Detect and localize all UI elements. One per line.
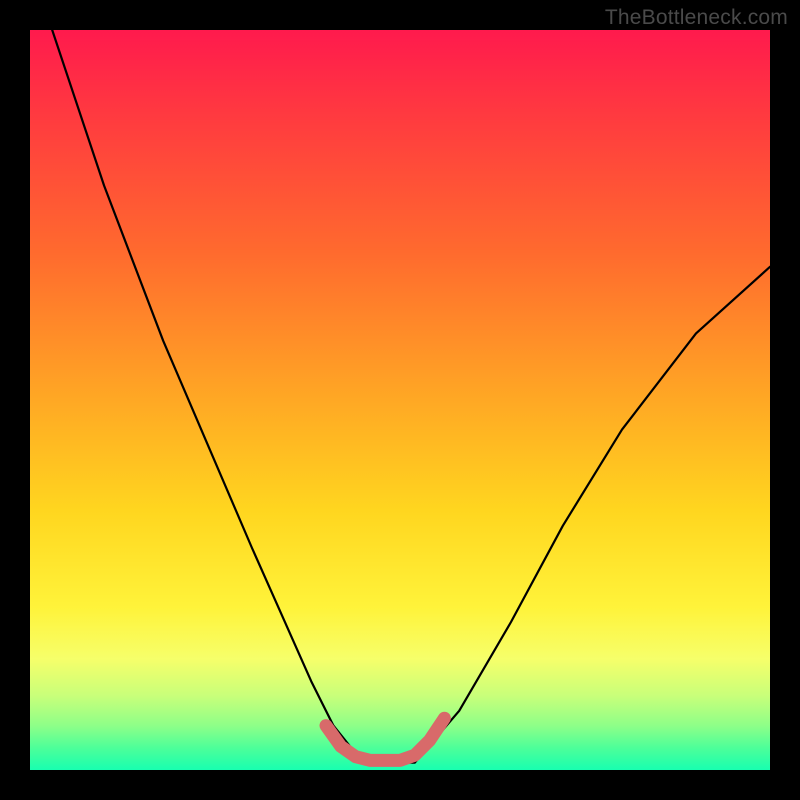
- watermark-text: TheBottleneck.com: [605, 6, 788, 30]
- chart-frame: TheBottleneck.com: [0, 0, 800, 800]
- background-gradient: [30, 30, 770, 770]
- plot-area: [30, 30, 770, 770]
